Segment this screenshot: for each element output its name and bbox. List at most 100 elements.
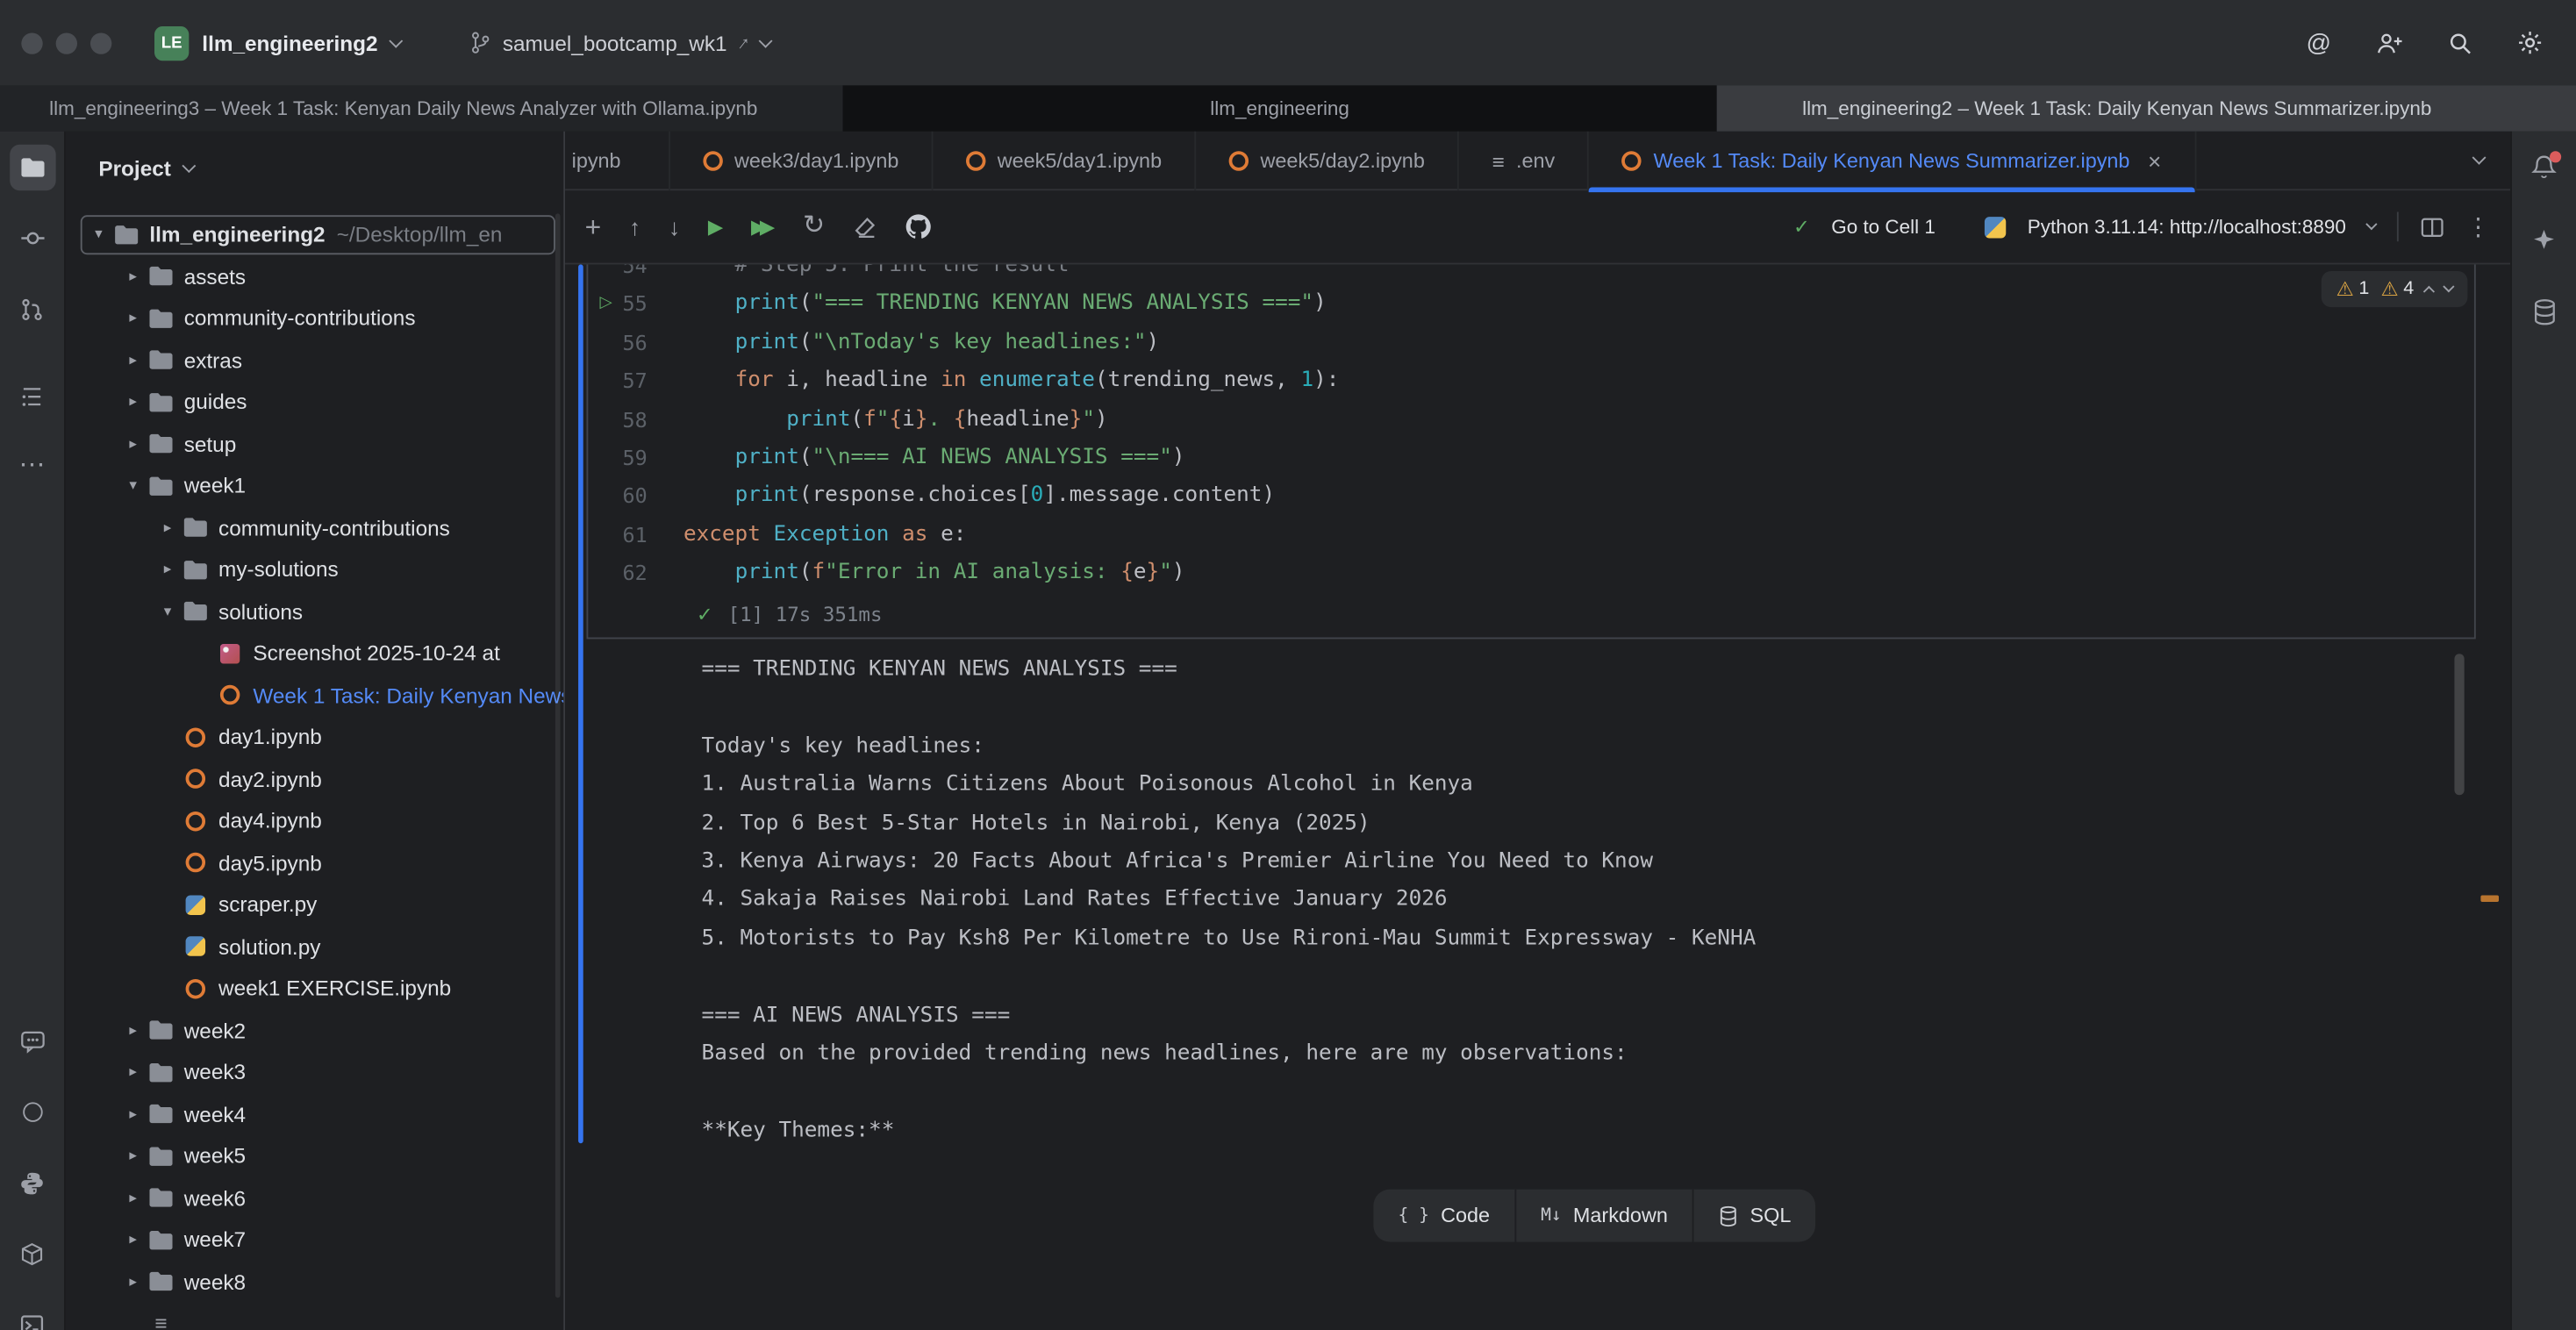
tree-chevron-icon[interactable]: ▸ <box>120 1189 147 1207</box>
minimize-window-button[interactable] <box>56 32 77 54</box>
tree-item-day1-ipynb[interactable]: day1.ipynb <box>66 716 563 758</box>
tree-item-day4-ipynb[interactable]: day4.ipynb <box>66 800 563 842</box>
tree-item-week6[interactable]: ▸week6 <box>66 1177 563 1219</box>
project-icon[interactable] <box>9 145 54 190</box>
settings-gear-icon[interactable] <box>2517 30 2544 56</box>
code-line[interactable]: 57 for i, headline in enumerate(trending… <box>588 361 2474 400</box>
move-cell-down-icon[interactable]: ↓ <box>669 215 680 238</box>
code-line[interactable]: 61except Exception as e: <box>588 515 2474 554</box>
chevron-down-icon[interactable] <box>2365 218 2377 230</box>
terminal-icon[interactable] <box>9 1301 54 1330</box>
tree-item-assets[interactable]: ▸assets <box>66 255 563 297</box>
code-line[interactable]: 58 print(f"{i}. {headline}") <box>588 400 2474 439</box>
project-scrollbar[interactable] <box>555 213 561 1298</box>
code-line[interactable]: ▷55 print("=== TRENDING KENYAN NEWS ANAL… <box>588 285 2474 324</box>
tree-chevron-icon[interactable]: ▾ <box>154 603 181 621</box>
run-line-icon[interactable]: ▷ <box>599 285 612 324</box>
tree-item-week8[interactable]: ▸week8 <box>66 1261 563 1303</box>
github-icon[interactable] <box>905 213 932 240</box>
zoom-window-button[interactable] <box>90 32 111 54</box>
code-line[interactable]: 59 print("\n=== AI NEWS ANALYSIS ===") <box>588 439 2474 477</box>
tree-chevron-icon[interactable]: ▸ <box>154 518 181 537</box>
code-line[interactable]: 56 print("\nToday's key headlines:") <box>588 323 2474 361</box>
prev-problem-icon[interactable] <box>2423 286 2435 297</box>
vcs-branch-selector[interactable]: samuel_bootcamp_wk1 ↑ <box>469 31 769 55</box>
clear-outputs-icon[interactable] <box>853 214 877 239</box>
editor-tab[interactable]: ≡.env <box>1459 132 1589 190</box>
tree-item-day2-ipynb[interactable]: day2.ipynb <box>66 758 563 800</box>
tree-item-week2[interactable]: ▸week2 <box>66 1010 563 1052</box>
tree-chevron-icon[interactable]: ▾ <box>85 225 111 244</box>
goto-cell-button[interactable]: Go to Cell 1 <box>1831 215 1936 238</box>
editor-tab[interactable]: Week 1 Task: Daily Kenyan News Summarize… <box>1590 132 2196 190</box>
tree-item-week1[interactable]: ▾week1 <box>66 465 563 507</box>
tree-item-partial[interactable]: ≡ <box>66 1303 563 1330</box>
ai-assistant-icon[interactable] <box>2521 217 2566 262</box>
tree-item-screenshot-2025-10-24-at[interactable]: Screenshot 2025-10-24 at <box>66 633 563 675</box>
tree-item-week5[interactable]: ▸week5 <box>66 1135 563 1177</box>
code-line[interactable]: 54 # Step 5: Print the result <box>588 264 2474 284</box>
more-icon[interactable]: ⋯ <box>9 444 54 490</box>
code-cell[interactable]: 54 # Step 5: Print the result▷55 print("… <box>586 264 2475 638</box>
tree-chevron-icon[interactable]: ▸ <box>154 561 181 579</box>
add-sql-cell-button[interactable]: SQL <box>1692 1190 1815 1242</box>
tree-item-solutions[interactable]: ▾solutions <box>66 590 563 633</box>
tree-item-guides[interactable]: ▸guides <box>66 381 563 423</box>
tree-item-llm-engineering2[interactable]: ▾llm_engineering2~/Desktop/llm_en <box>66 213 563 255</box>
mentions-icon[interactable]: @ <box>2306 29 2331 57</box>
python-console-icon[interactable] <box>9 1160 54 1205</box>
tree-chevron-icon[interactable]: ▸ <box>120 435 147 454</box>
restart-kernel-icon[interactable]: ↻ <box>803 213 825 240</box>
add-cell-icon[interactable]: + <box>585 212 602 240</box>
notebook-icon[interactable] <box>9 1089 54 1134</box>
tree-chevron-icon[interactable]: ▸ <box>120 309 147 327</box>
tree-item-community-contributions[interactable]: ▸community-contributions <box>66 297 563 340</box>
run-all-cells-icon[interactable]: ▶▶ <box>751 217 769 236</box>
tree-item-week3[interactable]: ▸week3 <box>66 1051 563 1093</box>
structure-icon[interactable] <box>9 373 54 418</box>
tree-item-setup[interactable]: ▸setup <box>66 423 563 465</box>
editor-tab[interactable]: week5/day2.ipynb <box>1196 132 1459 190</box>
tree-chevron-icon[interactable]: ▸ <box>120 351 147 369</box>
tree-chevron-icon[interactable]: ▾ <box>120 476 147 495</box>
output-scrollbar[interactable] <box>2454 654 2464 795</box>
tree-chevron-icon[interactable]: ▸ <box>120 1147 147 1165</box>
tree-chevron-icon[interactable]: ▸ <box>120 268 147 286</box>
notifications-icon[interactable] <box>2521 145 2566 190</box>
tab-list-chevron-icon[interactable] <box>2472 151 2487 165</box>
tree-item-solution-py[interactable]: solution.py <box>66 926 563 968</box>
tree-item-community-contributions[interactable]: ▸community-contributions <box>66 507 563 549</box>
add-code-cell-button[interactable]: { } Code <box>1373 1190 1514 1242</box>
project-panel-header[interactable]: Project <box>66 132 563 204</box>
tree-chevron-icon[interactable]: ▸ <box>120 1021 147 1040</box>
tree-item-scraper-py[interactable]: scraper.py <box>66 883 563 926</box>
code-with-me-icon[interactable] <box>2376 31 2404 55</box>
tree-item-extras[interactable]: ▸extras <box>66 340 563 382</box>
window-tab[interactable]: llm_engineering <box>843 85 1717 131</box>
database-icon[interactable] <box>2521 290 2566 335</box>
editor-tab[interactable]: week5/day1.ipynb <box>934 132 1197 190</box>
tree-item-week-1-task-daily-kenyan-news-su[interactable]: Week 1 Task: Daily Kenyan News Summarize… <box>66 675 563 717</box>
tree-chevron-icon[interactable]: ▸ <box>120 393 147 411</box>
add-markdown-cell-button[interactable]: M↓ Markdown <box>1514 1190 1692 1242</box>
tree-item-my-solutions[interactable]: ▸my-solutions <box>66 548 563 590</box>
tree-item-week4[interactable]: ▸week4 <box>66 1093 563 1135</box>
run-cell-icon[interactable]: ▶ <box>708 217 723 236</box>
close-window-button[interactable] <box>21 32 42 54</box>
window-tab[interactable]: llm_engineering3 – Week 1 Task: Kenyan D… <box>0 85 843 131</box>
commit-icon[interactable] <box>9 215 54 261</box>
next-problem-icon[interactable] <box>2444 281 2455 292</box>
tree-chevron-icon[interactable]: ▸ <box>120 1273 147 1291</box>
tree-item-week1-exercise-ipynb[interactable]: week1 EXERCISE.ipynb <box>66 968 563 1010</box>
tree-item-day5-ipynb[interactable]: day5.ipynb <box>66 842 563 884</box>
inspections-widget[interactable]: ⚠ 1 ⚠ 4 <box>2322 271 2468 307</box>
editor-tab[interactable]: ipynb <box>565 132 670 190</box>
services-icon[interactable] <box>9 1230 54 1276</box>
tree-chevron-icon[interactable]: ▸ <box>120 1105 147 1124</box>
code-line[interactable]: 60 print(response.choices[0].message.con… <box>588 477 2474 516</box>
code-line[interactable]: 62 print(f"Error in AI analysis: {e}") <box>588 554 2474 592</box>
error-stripe-mark[interactable] <box>2480 895 2499 901</box>
ai-chat-icon[interactable] <box>9 1019 54 1064</box>
window-tab[interactable]: llm_engineering2 – Week 1 Task: Daily Ke… <box>1717 85 2576 131</box>
tree-item-week7[interactable]: ▸week7 <box>66 1219 563 1261</box>
